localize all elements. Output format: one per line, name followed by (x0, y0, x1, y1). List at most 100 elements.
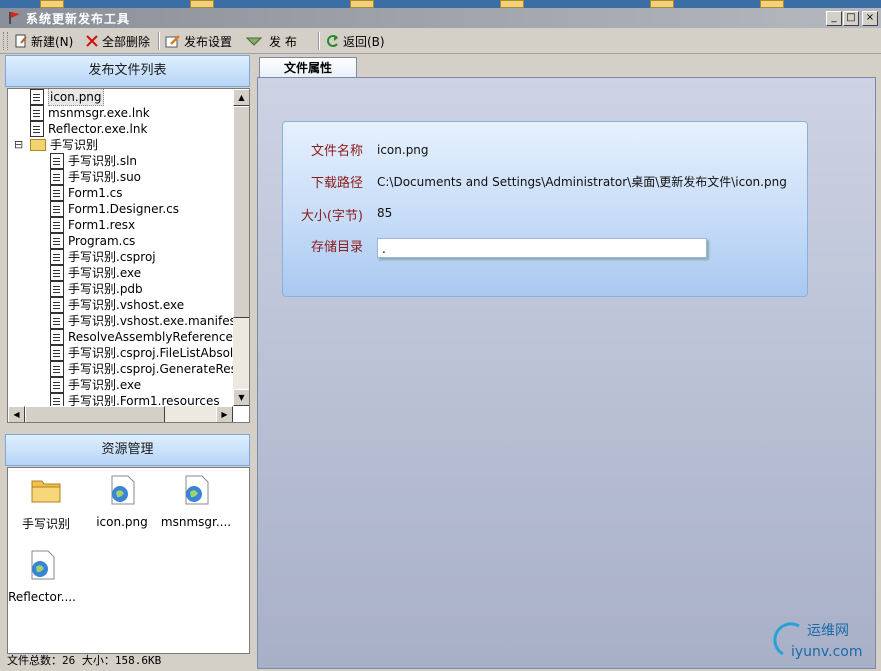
resource-label: 手写识别 (21, 517, 70, 531)
hscroll-thumb[interactable] (25, 406, 165, 422)
scroll-right-button[interactable]: ▶ (216, 406, 233, 422)
status-bar: 文件总数：26 大小：158.6KB (7, 654, 162, 667)
scroll-down-button[interactable]: ▼ (233, 389, 249, 406)
tree-item[interactable]: Form1.Designer.cs (50, 201, 179, 217)
collapse-toggle-icon[interactable]: ⊟ (14, 137, 23, 153)
scroll-thumb[interactable] (233, 106, 249, 318)
tree-item[interactable]: 手写识别.suo (50, 169, 141, 185)
resource-item[interactable]: icon.png (86, 474, 158, 529)
properties-panel: 文件名称 icon.png 下载路径 C:\Documents and Sett… (257, 77, 876, 669)
file-icon (50, 297, 64, 313)
file-icon (50, 249, 64, 265)
resource-item[interactable]: msnmsgr.... (160, 474, 232, 529)
watermark-logo: 运维网 iyunv.com (773, 622, 862, 660)
tree-item[interactable]: 手写识别.csproj.FileListAbsolute.txt (50, 345, 249, 361)
tree-item-label: 手写识别.csproj (68, 250, 156, 264)
publish-settings-label: 发布设置 (184, 34, 233, 49)
tree-item[interactable]: 手写识别.exe (50, 377, 141, 393)
file-icon (50, 153, 64, 169)
tree-item[interactable]: 手写识别.vshost.exe.manifest (50, 313, 241, 329)
tree-item-label: Form1.resx (68, 218, 136, 232)
size-value: 85 (377, 206, 393, 220)
publish-button[interactable]: 发 布 (246, 32, 297, 50)
tree-item-label: 手写识别.exe (68, 378, 142, 392)
file-name-value: icon.png (377, 143, 429, 157)
storage-dir-label: 存储目录 (310, 240, 363, 255)
tree-item-label: 手写识别.vshost.exe.manifest (68, 314, 241, 328)
tree-item[interactable]: Program.cs (50, 233, 135, 249)
tree-item-label: ResolveAssemblyReference.cache (68, 330, 249, 344)
tree-item[interactable]: ResolveAssemblyReference.cache (50, 329, 249, 345)
file-icon (50, 185, 64, 201)
size-label: 大小(字节) (300, 209, 363, 224)
resource-item[interactable]: 手写识别 (10, 474, 82, 532)
desktop-strip (0, 0, 881, 8)
tree-item[interactable]: Reflector.exe.lnk (30, 121, 147, 137)
file-list-header[interactable]: 发布文件列表 (5, 55, 250, 87)
tree-item[interactable]: 手写识别.vshost.exe (50, 297, 184, 313)
delete-all-button[interactable]: 全部删除 (85, 32, 150, 50)
tree-item-label: 手写识别.vshost.exe (68, 298, 185, 312)
resource-view[interactable]: 手写识别 icon.png msnmsgr.... Reflector.... (7, 467, 250, 654)
download-path-label: 下载路径 (310, 176, 363, 191)
tree-folder[interactable]: ⊟ 手写识别 (14, 137, 99, 153)
file-icon (50, 313, 64, 329)
toolbar-separator (318, 32, 320, 50)
left-panel: 发布文件列表 icon.png msnmsgr.exe.lnk Reflector.… (5, 55, 250, 667)
back-button[interactable]: 返回(B) (326, 32, 385, 50)
resource-label: msnmsgr.... (160, 515, 232, 529)
tree-item-label: 手写识别.exe (68, 266, 142, 280)
tree-item[interactable]: 手写识别.csproj (50, 249, 156, 265)
tree-item-label: 手写识别.suo (68, 170, 142, 184)
flag-icon (9, 12, 20, 24)
resource-label: Reflector.... (8, 590, 76, 604)
tree-item[interactable]: Form1.resx (50, 217, 135, 233)
tree-item-label: Reflector.exe.lnk (48, 122, 148, 136)
scroll-up-button[interactable]: ▲ (233, 89, 249, 106)
horizontal-scrollbar[interactable]: ◀ ▶ (8, 406, 233, 422)
storage-dir-input[interactable]: . (377, 238, 707, 258)
tree-item[interactable]: Form1.cs (50, 185, 123, 201)
publish-label: 发 布 (269, 34, 297, 49)
tree-item[interactable]: 手写识别.sln (50, 153, 137, 169)
download-path-value: C:\Documents and Settings\Administrator\… (377, 175, 787, 189)
new-file-icon (15, 34, 27, 48)
new-label: 新建(N) (31, 34, 74, 49)
globe-file-icon (111, 475, 135, 505)
resource-item[interactable]: Reflector.... (6, 549, 78, 604)
watermark-url: iyunv.com (791, 644, 862, 660)
file-tree[interactable]: icon.png msnmsgr.exe.lnk Reflector.exe.lnk… (7, 88, 250, 423)
toolbar-separator (158, 32, 160, 50)
file-icon (50, 377, 64, 393)
new-button[interactable]: 新建(N) (14, 32, 73, 50)
tree-item[interactable]: 手写识别.csproj.GenerateResource.Cache (50, 361, 250, 377)
tree-item-label: 手写识别 (50, 138, 99, 152)
toolbar-grip[interactable] (3, 32, 8, 50)
tree-item[interactable]: 手写识别.pdb (50, 281, 143, 297)
tree-item-label: 手写识别.csproj.FileListAbsolute.txt (68, 346, 249, 360)
tree-item[interactable]: 手写识别.exe (50, 265, 141, 281)
tree-item-label: icon.png (48, 89, 104, 106)
maximize-button[interactable]: □ (843, 11, 859, 26)
file-icon (30, 121, 44, 137)
resource-label: icon.png (96, 515, 148, 529)
minimize-button[interactable]: _ (826, 11, 842, 26)
resource-header[interactable]: 资源管理 (5, 434, 250, 466)
tree-item-label: msnmsgr.exe.lnk (48, 106, 150, 120)
tree-item[interactable]: icon.png (30, 89, 104, 106)
tab-file-properties[interactable]: 文件属性 (259, 57, 357, 78)
tree-item-label: Program.cs (68, 234, 136, 248)
file-icon (50, 169, 64, 185)
tree-item-label: 手写识别.pdb (68, 282, 143, 296)
folder-icon (30, 139, 46, 151)
file-icon (50, 329, 64, 345)
scroll-left-button[interactable]: ◀ (8, 406, 25, 422)
folder-icon (31, 480, 61, 503)
publish-settings-button[interactable]: 发布设置 (165, 32, 232, 50)
toolbar: 新建(N) 全部删除 发布设置 发 布 返回(B) (0, 29, 881, 54)
tree-item[interactable]: msnmsgr.exe.lnk (30, 105, 150, 121)
file-icon (50, 345, 64, 361)
vertical-scrollbar[interactable]: ▲ ▼ (233, 89, 249, 406)
tree-item-label: 手写识别.csproj.GenerateResource.Cache (68, 362, 250, 376)
close-button[interactable]: × (862, 11, 878, 26)
